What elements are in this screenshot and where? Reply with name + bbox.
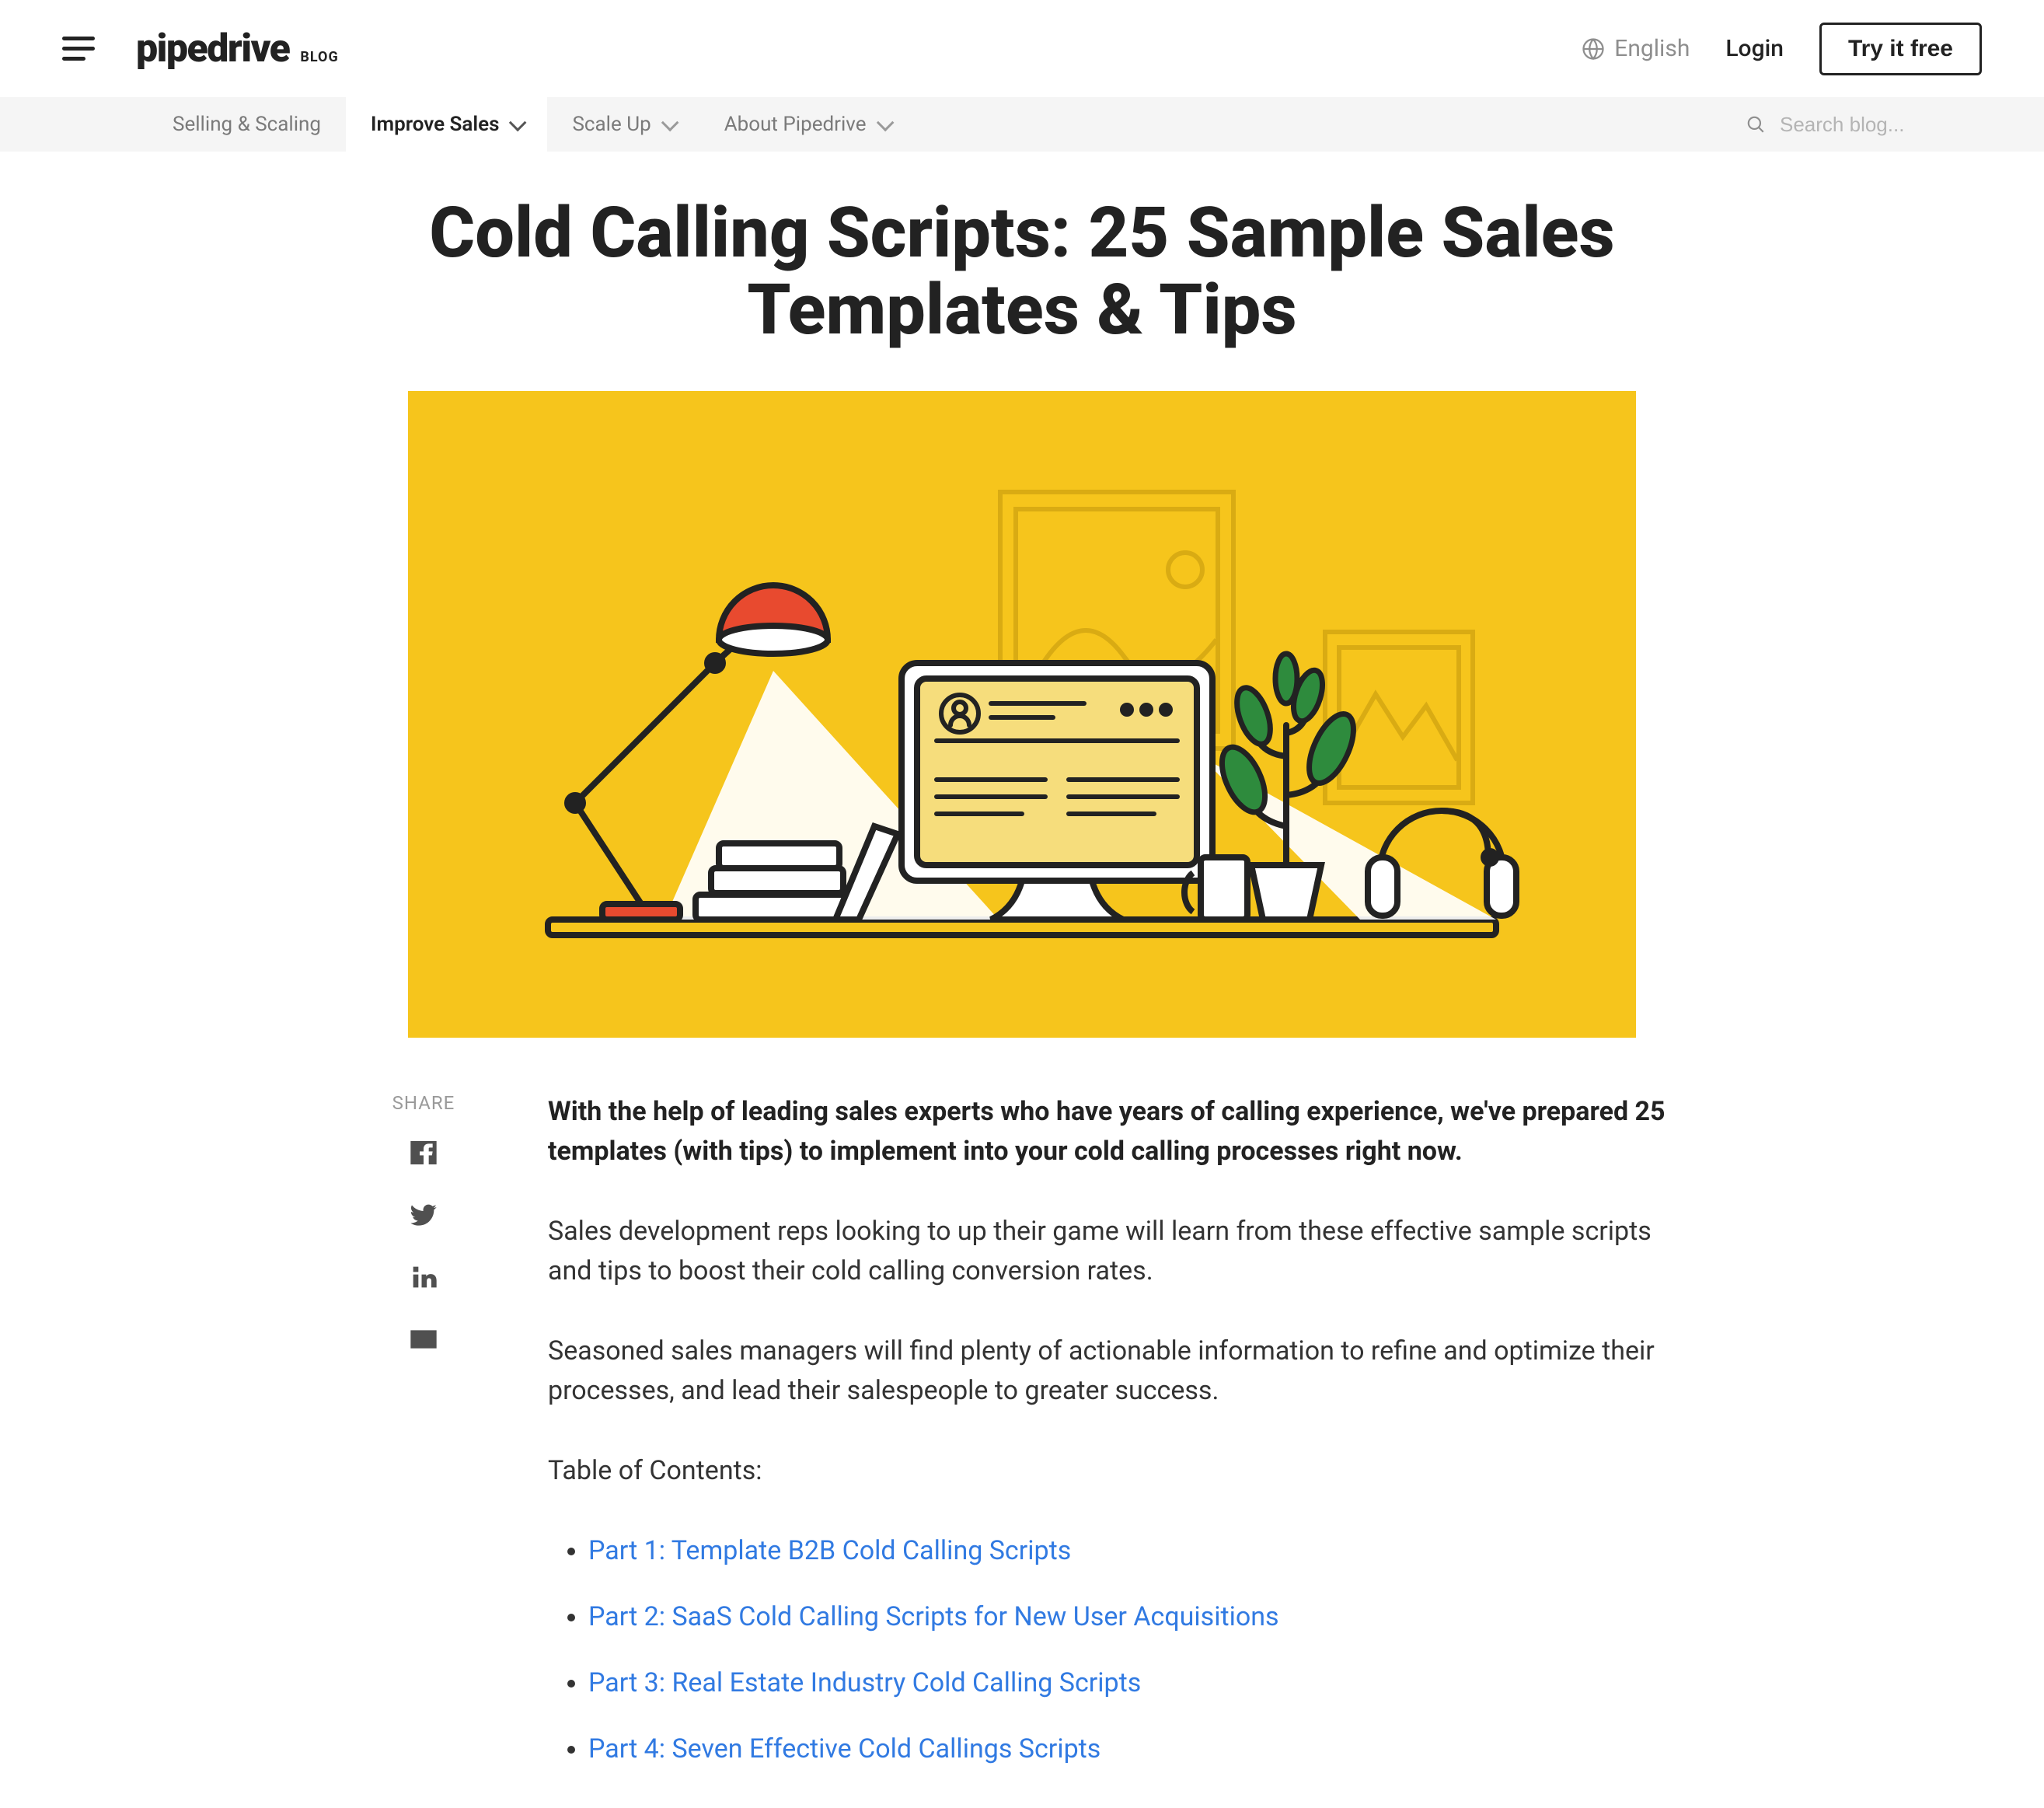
logo-text: pipedrive xyxy=(136,26,289,72)
body-paragraph: Seasoned sales managers will find plenty… xyxy=(548,1332,1667,1411)
language-selector[interactable]: English xyxy=(1582,35,1690,62)
share-list xyxy=(377,1137,470,1355)
toc-link[interactable]: Part 1: Template B2B Cold Calling Script… xyxy=(588,1535,1071,1566)
globe-icon xyxy=(1582,37,1605,61)
toc-item: Part 2: SaaS Cold Calling Scripts for Ne… xyxy=(588,1597,1667,1637)
top-header: pipedrive BLOG English Login Try it free xyxy=(0,0,2044,97)
logo-suffix: BLOG xyxy=(300,49,338,65)
hero-svg xyxy=(408,391,1636,1038)
top-header-right: English Login Try it free xyxy=(1582,23,1982,75)
nav-item-label: Improve Sales xyxy=(371,113,499,136)
try-it-free-button[interactable]: Try it free xyxy=(1819,23,1982,75)
intro-paragraph: With the help of leading sales experts w… xyxy=(548,1092,1667,1171)
search-icon xyxy=(1746,114,1766,134)
hero-illustration xyxy=(408,391,1636,1038)
language-label: English xyxy=(1614,35,1690,62)
chevron-down-icon xyxy=(509,114,527,132)
nav-item-improve-sales[interactable]: Improve Sales xyxy=(346,97,547,152)
body-paragraph: Sales development reps looking to up the… xyxy=(548,1212,1667,1291)
facebook-icon[interactable] xyxy=(408,1137,439,1168)
linkedin-icon[interactable] xyxy=(408,1262,439,1293)
logo-link[interactable]: pipedrive BLOG xyxy=(136,26,339,72)
nav-item-scale-up[interactable]: Scale Up xyxy=(547,97,699,152)
search-input[interactable] xyxy=(1780,113,1982,137)
toc-item: Part 3: Real Estate Industry Cold Callin… xyxy=(588,1663,1667,1703)
toc-item: Part 1: Template B2B Cold Calling Script… xyxy=(588,1531,1667,1571)
share-label: SHARE xyxy=(377,1092,470,1114)
toc-link[interactable]: Part 2: SaaS Cold Calling Scripts for Ne… xyxy=(588,1601,1279,1632)
chevron-down-icon xyxy=(876,114,894,132)
nav-item-label: About Pipedrive xyxy=(724,113,867,136)
nav-item-selling-scaling[interactable]: Selling & Scaling xyxy=(148,97,346,152)
chevron-down-icon xyxy=(661,114,679,132)
toc-heading: Table of Contents: xyxy=(548,1451,1667,1491)
blog-category-nav: Selling & Scaling Improve Sales Scale Up Ab… xyxy=(0,97,2044,152)
blog-search[interactable] xyxy=(1746,113,1982,137)
toc-link[interactable]: Part 4: Seven Effective Cold Callings Sc… xyxy=(588,1733,1100,1764)
nav-item-about-pipedrive[interactable]: About Pipedrive xyxy=(699,97,915,152)
nav-item-label: Scale Up xyxy=(572,113,651,136)
nav-item-label: Selling & Scaling xyxy=(173,113,321,136)
toc-link[interactable]: Part 3: Real Estate Industry Cold Callin… xyxy=(588,1667,1141,1698)
share-column: SHARE xyxy=(377,1092,470,1796)
twitter-icon[interactable] xyxy=(408,1199,439,1230)
page-title: Cold Calling Scripts: 25 Sample Sales Te… xyxy=(400,194,1644,348)
login-link[interactable]: Login xyxy=(1725,35,1784,62)
toc-item: Part 4: Seven Effective Cold Callings Sc… xyxy=(588,1729,1667,1769)
article-body-row: SHARE With the help of leading sales exp… xyxy=(0,1092,2044,1796)
email-icon[interactable] xyxy=(408,1324,439,1355)
hamburger-menu-icon[interactable] xyxy=(62,27,105,70)
table-of-contents: Part 1: Template B2B Cold Calling Script… xyxy=(548,1531,1667,1769)
article-body: With the help of leading sales experts w… xyxy=(548,1092,1667,1796)
article: Cold Calling Scripts: 25 Sample Sales Te… xyxy=(0,194,2044,1796)
